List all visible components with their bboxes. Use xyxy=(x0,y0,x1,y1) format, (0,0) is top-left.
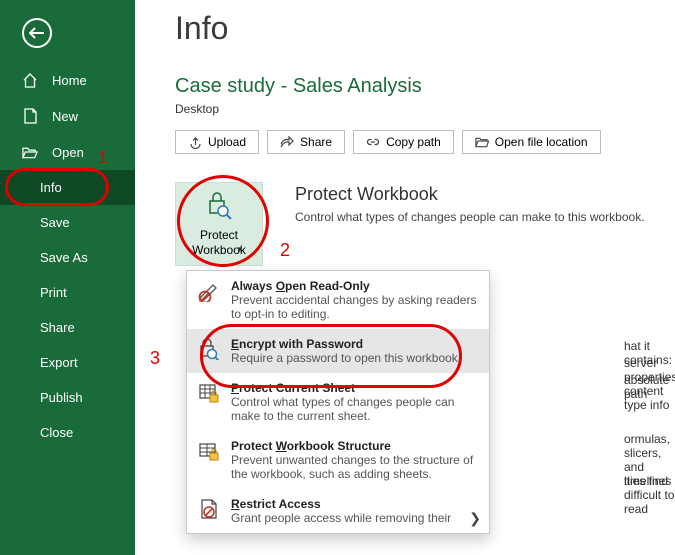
nav-label: Publish xyxy=(40,390,83,405)
lock-magnify-icon xyxy=(206,191,232,222)
menu-desc: Prevent accidental changes by asking rea… xyxy=(231,293,479,321)
nav-label: New xyxy=(52,109,78,124)
menu-item-readonly[interactable]: Always Open Read-OnlyPrevent accidental … xyxy=(187,271,489,329)
nav-info[interactable]: Info xyxy=(0,170,135,205)
document-location: Desktop xyxy=(175,102,675,116)
back-button[interactable] xyxy=(0,0,135,48)
share-icon xyxy=(280,135,294,149)
nav-publish[interactable]: Publish xyxy=(0,380,135,415)
open-icon xyxy=(22,144,38,160)
protect-section-desc: Control what types of changes people can… xyxy=(295,210,645,224)
readonly-icon xyxy=(197,279,221,303)
document-title: Case study - Sales Analysis xyxy=(175,75,675,98)
link-icon xyxy=(366,135,380,149)
menu-item-protect-sheet[interactable]: Protect Current SheetControl what types … xyxy=(187,373,489,431)
share-button[interactable]: Share xyxy=(267,130,345,154)
button-label: Copy path xyxy=(386,135,441,149)
behind-text: absolute path xyxy=(624,373,675,401)
protect-structure-icon xyxy=(197,439,221,463)
chevron-down-icon: ▾ xyxy=(237,244,242,255)
menu-desc: Require a password to open this workbook… xyxy=(231,351,461,365)
page-title: Info xyxy=(175,10,675,47)
nav-label: Open xyxy=(52,145,84,160)
nav-label: Save As xyxy=(40,250,88,265)
menu-desc: Prevent unwanted changes to the structur… xyxy=(231,453,479,481)
button-label: Share xyxy=(300,135,332,149)
nav-close[interactable]: Close xyxy=(0,415,135,450)
nav-label: Save xyxy=(40,215,70,230)
upload-button[interactable]: Upload xyxy=(175,130,259,154)
nav-label: Export xyxy=(40,355,78,370)
encrypt-icon xyxy=(197,337,221,361)
restrict-icon xyxy=(197,497,221,521)
nav-share[interactable]: Share xyxy=(0,310,135,345)
nav-home[interactable]: Home xyxy=(0,62,135,98)
protect-btn-line1: Protect xyxy=(200,228,238,242)
new-icon xyxy=(22,108,38,124)
nav-label: Share xyxy=(40,320,75,335)
open-location-button[interactable]: Open file location xyxy=(462,130,601,154)
menu-desc: Control what types of changes people can… xyxy=(231,395,479,423)
back-arrow-icon xyxy=(22,18,52,48)
home-icon xyxy=(22,72,38,88)
protect-workbook-button[interactable]: ProtectWorkbook ▾ xyxy=(175,182,263,266)
protect-workbook-menu: Always Open Read-OnlyPrevent accidental … xyxy=(186,270,490,534)
nav-print[interactable]: Print xyxy=(0,275,135,310)
menu-item-encrypt[interactable]: Encrypt with PasswordRequire a password … xyxy=(187,329,489,373)
upload-icon xyxy=(188,135,202,149)
nav-label: Info xyxy=(40,180,62,195)
button-label: Upload xyxy=(208,135,246,149)
menu-item-protect-structure[interactable]: Protect Workbook StructurePrevent unwant… xyxy=(187,431,489,489)
nav-open[interactable]: Open xyxy=(0,134,135,170)
button-label: Open file location xyxy=(495,135,588,149)
nav-label: Home xyxy=(52,73,87,88)
protect-sheet-icon xyxy=(197,381,221,405)
menu-item-restrict-access[interactable]: Restrict AccessGrant people access while… xyxy=(187,489,489,533)
behind-text: ities find difficult to read xyxy=(624,474,675,516)
nav-save[interactable]: Save xyxy=(0,205,135,240)
nav-label: Close xyxy=(40,425,73,440)
nav-saveas[interactable]: Save As xyxy=(0,240,135,275)
nav-export[interactable]: Export xyxy=(0,345,135,380)
copy-path-button[interactable]: Copy path xyxy=(353,130,454,154)
nav-label: Print xyxy=(40,285,67,300)
submenu-arrow-icon: ❯ xyxy=(469,510,481,527)
protect-section-title: Protect Workbook xyxy=(295,184,438,205)
folder-icon xyxy=(475,135,489,149)
nav-new[interactable]: New xyxy=(0,98,135,134)
menu-desc: Grant people access while removing their xyxy=(231,511,451,525)
